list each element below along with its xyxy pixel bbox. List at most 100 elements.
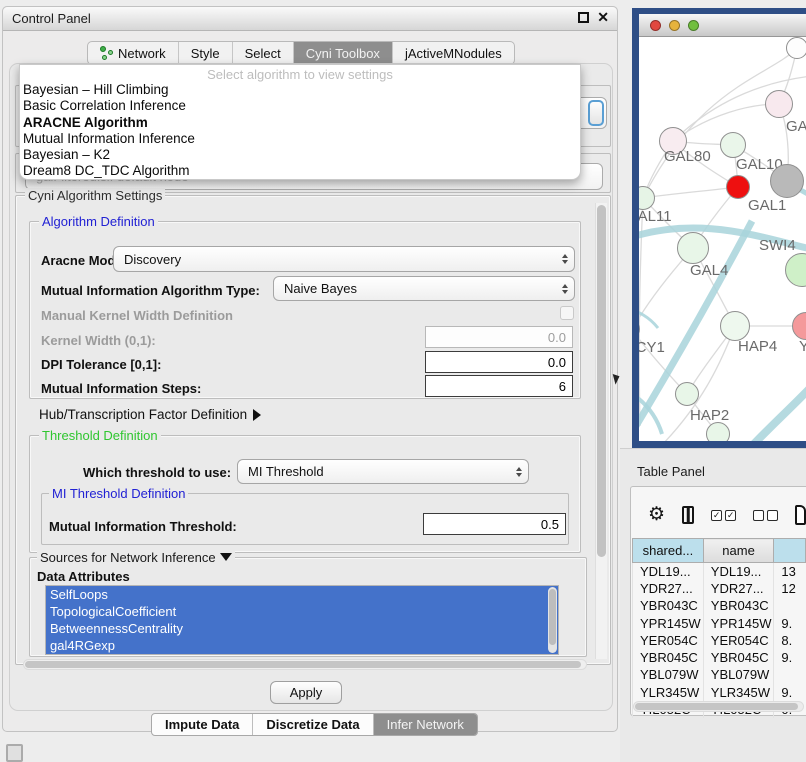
kernel-width-label: Kernel Width (0,1):	[41, 333, 156, 348]
mac-minimize-button[interactable]	[669, 20, 680, 31]
tab-label: jActiveMNodules	[405, 46, 502, 61]
column-header-shared[interactable]: shared...	[633, 539, 704, 563]
table-cell: YER054C	[703, 632, 774, 649]
table-row[interactable]: YBR045CYBR045C9.	[633, 649, 806, 666]
table-row[interactable]: YPR145WYPR145W9.	[633, 614, 806, 631]
table-hscroll-thumb[interactable]	[635, 703, 798, 710]
table-cell: 8.	[774, 632, 806, 649]
network-node-label: GAL	[786, 118, 806, 135]
column-header-2[interactable]	[774, 539, 806, 563]
algorithm-definition-title: Algorithm Definition	[39, 214, 158, 229]
attribute-item-topologicalcoefficient[interactable]: TopologicalCoefficient	[46, 603, 558, 620]
dropdown-item-aracne-algorithm[interactable]: ARACNE Algorithm	[20, 115, 580, 131]
attribute-item-gal4rgexp[interactable]: gal4RGexp	[46, 637, 558, 654]
table-row[interactable]: YBR043CYBR043C	[633, 597, 806, 614]
dropdown-item-dream8-dc-tdc-algorithm[interactable]: Dream8 DC_TDC Algorithm	[20, 163, 580, 179]
aracne-mode-combo[interactable]: Discovery	[113, 246, 575, 272]
dpi-tolerance-label: DPI Tolerance [0,1]:	[41, 357, 161, 372]
network-node[interactable]	[706, 422, 730, 441]
network-node-hap2[interactable]	[675, 382, 699, 406]
combo-focus-button[interactable]	[588, 100, 604, 126]
collapsed-arrow-icon	[253, 409, 261, 421]
bottom-tabstrip: Impute DataDiscretize DataInfer Network	[151, 713, 478, 736]
network-node[interactable]	[770, 164, 804, 198]
table-cell: YBL079W	[633, 666, 704, 683]
table-cell: 9.	[774, 649, 806, 666]
mi-type-value: Naive Bayes	[274, 281, 556, 296]
network-canvas[interactable]: GALGAL80GAL10GAL1GAL11SWI4GAL4GCY1HAP4YH…	[639, 37, 806, 441]
table-row[interactable]: YDR27...YDR27...12	[633, 580, 806, 597]
network-node-label: Y	[799, 338, 806, 355]
column-header-name[interactable]: name	[703, 539, 774, 563]
gear-icon[interactable]: ⚙	[648, 505, 665, 525]
tab-discretize-data[interactable]: Discretize Data	[253, 714, 373, 735]
mi-threshold-input[interactable]	[423, 513, 566, 535]
attribute-item-selfloops[interactable]: SelfLoops	[46, 586, 558, 603]
table-row[interactable]: YLR345WYLR345W9.	[633, 684, 806, 701]
tab-impute-data[interactable]: Impute Data	[152, 714, 253, 735]
settings-hscroll-thumb[interactable]	[25, 661, 581, 668]
network-node-label: GCY1	[639, 339, 665, 356]
tab-select[interactable]: Select	[233, 42, 294, 64]
dpi-tolerance-input[interactable]	[425, 351, 573, 373]
tab-jactivemnodules[interactable]: jActiveMNodules	[393, 42, 514, 64]
table-cell: YBR045C	[633, 649, 704, 666]
dropdown-item-bayesian-k2[interactable]: Bayesian – K2	[20, 147, 580, 163]
settings-vscroll-thumb[interactable]	[597, 205, 606, 557]
hub-definition-toggle[interactable]: Hub/Transcription Factor Definition	[39, 407, 261, 422]
data-attributes-list[interactable]: SelfLoopsTopologicalCoefficientBetweenne…	[45, 585, 559, 655]
network-node-hap4[interactable]	[720, 311, 750, 341]
table-row[interactable]: YDL19...YDL19...13	[633, 563, 806, 580]
dropdown-item-mutual-information-inference[interactable]: Mutual Information Inference	[20, 131, 580, 147]
mac-zoom-button[interactable]	[688, 20, 699, 31]
columns-icon[interactable]	[682, 506, 694, 524]
table-horizontal-scrollbar[interactable]	[633, 701, 804, 712]
apply-button[interactable]: Apply	[270, 681, 342, 704]
threshold-title: Threshold Definition	[39, 428, 161, 443]
float-window-icon[interactable]	[578, 12, 589, 23]
table-cell: YER054C	[633, 632, 704, 649]
mi-type-combo[interactable]: Naive Bayes	[273, 276, 575, 301]
network-node-gal1[interactable]	[726, 175, 750, 199]
which-threshold-combo[interactable]: MI Threshold	[237, 459, 529, 484]
attributes-vscrollbar[interactable]	[548, 587, 557, 653]
which-threshold-value: MI Threshold	[238, 464, 510, 479]
document-icon[interactable]	[795, 505, 806, 525]
manual-kernel-label: Manual Kernel Width Definition	[41, 308, 233, 323]
kernel-width-input[interactable]	[425, 326, 573, 348]
unchecked-pair-icon[interactable]	[753, 510, 778, 521]
collapsed-panel-icon[interactable]	[6, 744, 23, 762]
dropdown-item-basic-correlation-inference[interactable]: Basic Correlation Inference	[20, 98, 580, 114]
hub-definition-label: Hub/Transcription Factor Definition	[39, 407, 247, 422]
mi-steps-input[interactable]	[425, 375, 573, 397]
sources-toggle[interactable]: Sources for Network Inference	[37, 550, 235, 565]
tab-infer-network[interactable]: Infer Network	[374, 714, 477, 735]
algorithm-dropdown-list: Select algorithm to view settings Bayesi…	[19, 64, 581, 180]
spinner-arrows-icon	[510, 467, 528, 477]
mi-threshold-label: Mutual Information Threshold:	[49, 519, 237, 534]
network-node-label: GAL4	[690, 262, 728, 279]
settings-vertical-scrollbar[interactable]	[595, 203, 607, 659]
network-node-gal4[interactable]	[677, 232, 709, 264]
table-cell: YBR043C	[703, 597, 774, 614]
table-row[interactable]: YBL079WYBL079W	[633, 666, 806, 683]
network-node-label: HAP2	[690, 407, 729, 424]
tab-network[interactable]: Network	[88, 42, 179, 64]
attribute-item-betweennesscentrality[interactable]: BetweennessCentrality	[46, 620, 558, 637]
checked-pair-icon[interactable]: ✓✓	[711, 510, 736, 521]
network-node-gal[interactable]	[765, 90, 793, 118]
tab-label: Style	[191, 46, 220, 61]
tab-cyni-toolbox[interactable]: Cyni Toolbox	[294, 42, 393, 64]
node-attribute-table[interactable]: shared...nameYDL19...YDL19...13YDR27...Y…	[632, 538, 806, 718]
network-node[interactable]	[786, 37, 806, 59]
settings-horizontal-scrollbar[interactable]	[23, 659, 587, 670]
close-icon[interactable]: ✕	[597, 11, 609, 23]
manual-kernel-checkbox[interactable]	[560, 306, 574, 320]
tab-style[interactable]: Style	[179, 42, 233, 64]
table-row[interactable]: YER054CYER054C8.	[633, 632, 806, 649]
control-panel-tabstrip: Network Style SelectCyni Toolbox jActiveMNo…	[87, 41, 515, 65]
dropdown-item-bayesian-hill-climbing[interactable]: Bayesian – Hill Climbing	[20, 82, 580, 98]
network-node-gal10[interactable]	[720, 132, 746, 158]
mac-close-button[interactable]	[650, 20, 661, 31]
attributes-vscroll-thumb[interactable]	[549, 589, 556, 645]
